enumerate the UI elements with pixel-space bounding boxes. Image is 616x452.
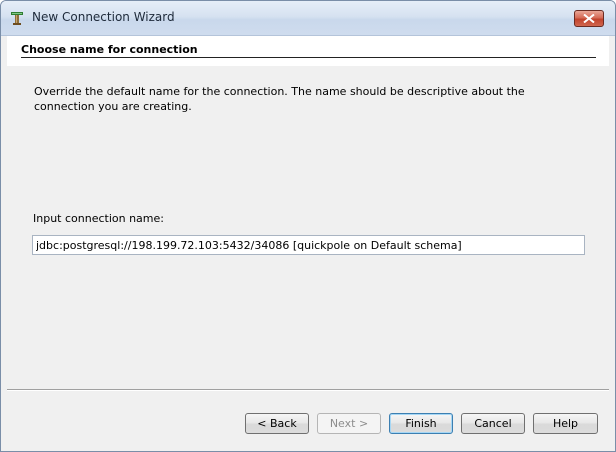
close-icon bbox=[583, 14, 595, 23]
header-divider bbox=[21, 57, 596, 58]
wizard-header: Choose name for connection bbox=[7, 36, 609, 66]
description-text: Override the default name for the connec… bbox=[34, 85, 525, 113]
next-button[interactable]: Next > bbox=[317, 413, 381, 434]
help-button[interactable]: Help bbox=[533, 413, 598, 434]
close-button[interactable] bbox=[574, 10, 604, 27]
page-title: Choose name for connection bbox=[21, 43, 198, 56]
wizard-icon bbox=[9, 10, 25, 26]
connection-name-label: Input connection name: bbox=[33, 212, 164, 225]
window-title: New Connection Wizard bbox=[32, 10, 175, 24]
connection-name-input[interactable] bbox=[32, 235, 585, 255]
cancel-button[interactable]: Cancel bbox=[461, 413, 525, 434]
finish-button[interactable]: Finish bbox=[389, 413, 453, 434]
back-button[interactable]: < Back bbox=[245, 413, 309, 434]
wizard-window: New Connection Wizard Choose name for co… bbox=[0, 0, 616, 452]
footer-divider bbox=[7, 389, 609, 391]
title-bar[interactable]: New Connection Wizard bbox=[1, 1, 615, 36]
dialog-body: Choose name for connection Override the … bbox=[7, 36, 609, 444]
